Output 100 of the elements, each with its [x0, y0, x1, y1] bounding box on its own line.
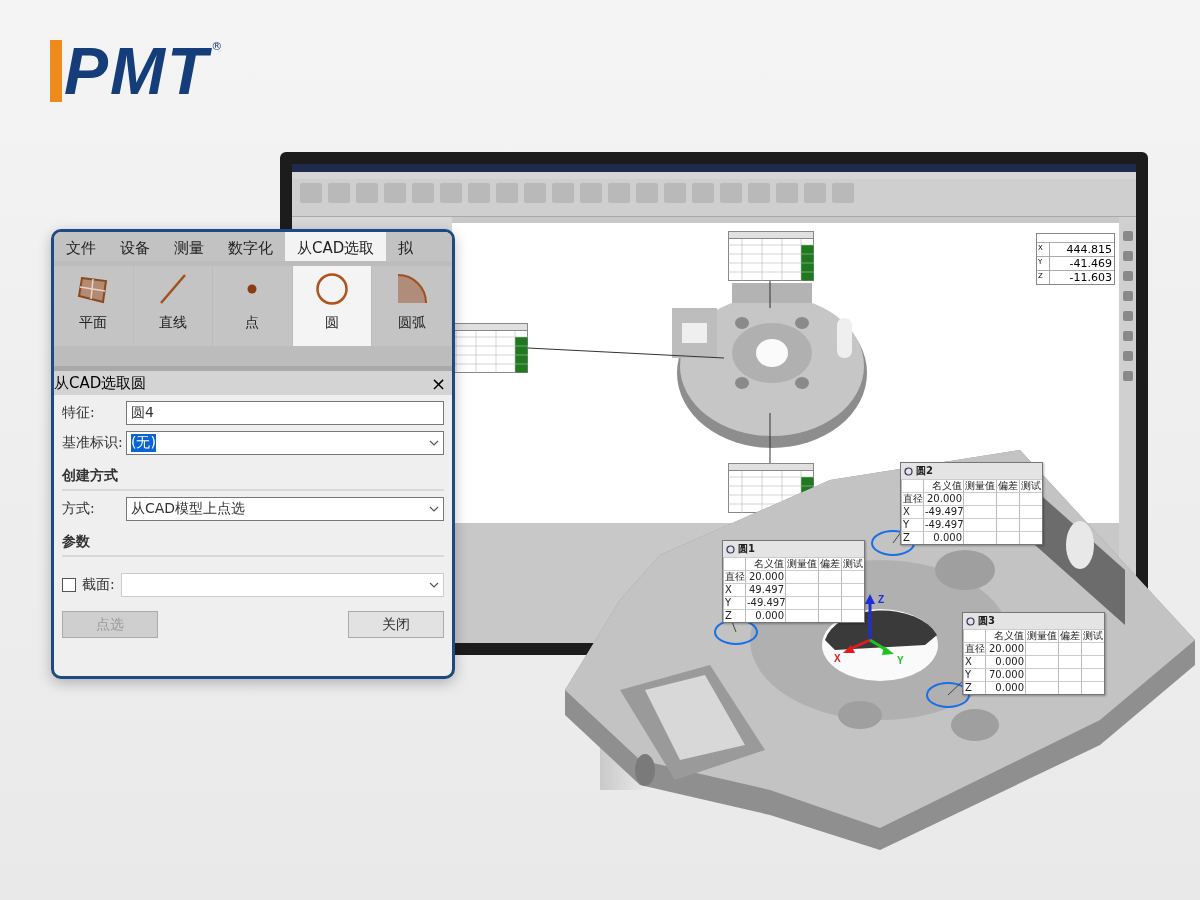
point-icon [247, 284, 258, 294]
column-header: 测试 [1081, 629, 1104, 642]
table-cell [963, 629, 985, 642]
table-cell [1019, 531, 1042, 544]
table-cell [963, 518, 996, 531]
menu-tab[interactable]: 测量 [162, 232, 216, 261]
table-cell [841, 570, 864, 583]
table-cell [996, 518, 1019, 531]
row-label: 直径 [963, 642, 985, 655]
table-cell [963, 492, 996, 505]
table-cell [841, 596, 864, 609]
dropdown-caret-icon [429, 506, 439, 512]
menu-tab[interactable]: 拟 [386, 232, 426, 261]
column-header: 偏差 [1058, 629, 1081, 642]
table-cell [963, 505, 996, 518]
table-cell: 49.497 [745, 583, 785, 596]
table-cell [818, 596, 841, 609]
field-label: 方式: [62, 500, 96, 518]
circle-icon [966, 616, 975, 626]
table-cell [1019, 492, 1042, 505]
circle-icon [726, 544, 735, 554]
column-header: 偏差 [818, 557, 841, 570]
field-label: 特征: [62, 404, 96, 422]
axis-label: Z [878, 594, 885, 605]
menu-tab[interactable]: 数字化 [216, 232, 285, 261]
table-cell [1025, 668, 1058, 681]
column-header: 偏差 [996, 479, 1019, 492]
checkbox[interactable] [62, 578, 76, 592]
row-label: Z [901, 531, 923, 544]
column-header: 测量值 [963, 479, 996, 492]
coordinate-value: -41.469 [1068, 257, 1113, 270]
table-cell [1058, 681, 1081, 694]
table-cell [785, 609, 818, 622]
method-dropdown[interactable]: 从CAD模型上点选 [126, 497, 444, 521]
dialog-button[interactable]: 关闭 [348, 611, 444, 638]
axis-triad-drawing [842, 593, 894, 655]
table-cell [996, 505, 1019, 518]
table-cell [818, 583, 841, 596]
row-label: Z [723, 609, 745, 622]
feature-tool-button[interactable]: 平面 [54, 266, 133, 346]
circle-icon [904, 466, 913, 476]
table-cell [1019, 518, 1042, 531]
row-label: Z [963, 681, 985, 694]
row-label: 直径 [901, 492, 923, 505]
column-header: 测量值 [785, 557, 818, 570]
feature-input-field[interactable]: 圆4 [126, 401, 444, 425]
table-cell [1019, 505, 1042, 518]
menu-tab[interactable]: 从CAD选取 [285, 232, 387, 261]
feature-tool-button[interactable]: 点 [213, 266, 292, 346]
menu-tab[interactable]: 文件 [54, 232, 108, 261]
table-cell [1058, 655, 1081, 668]
row-label: X [723, 583, 745, 596]
table-cell: -49.497 [923, 518, 963, 531]
table-cell [785, 570, 818, 583]
row-label: 直径 [723, 570, 745, 583]
table-cell [723, 557, 745, 570]
column-header: 名义值 [745, 557, 785, 570]
feature-tool-button[interactable]: 直线 [133, 266, 213, 346]
table-cell [1058, 668, 1081, 681]
table-title: 圆1 [738, 542, 755, 556]
row-label: Y [901, 518, 923, 531]
table-cell: -49.497 [923, 505, 963, 518]
table-cell: 20.000 [985, 642, 1025, 655]
section-heading: 参数 [62, 527, 444, 557]
field-label: 基准标识: [62, 434, 120, 452]
table-cell [818, 609, 841, 622]
circle-icon [315, 272, 350, 306]
datum-dropdown[interactable]: (无) [126, 431, 444, 455]
table-title: 圆3 [978, 614, 995, 628]
table-cell: 20.000 [923, 492, 963, 505]
table-cell [963, 531, 996, 544]
table-cell [1025, 642, 1058, 655]
table-title: 圆2 [916, 464, 933, 478]
axis-label: X [834, 653, 841, 664]
table-cell [1058, 642, 1081, 655]
table-cell: 0.000 [923, 531, 963, 544]
table-cell: 20.000 [745, 570, 785, 583]
table-cell: 0.000 [745, 609, 785, 622]
coordinate-value: 444.815 [1065, 243, 1113, 256]
column-header: 测量值 [1025, 629, 1058, 642]
feature-tool-button[interactable]: 圆弧 [372, 266, 451, 346]
close-button[interactable]: × [430, 372, 446, 394]
table-cell [785, 596, 818, 609]
feature-tool-button[interactable]: 圆 [292, 266, 372, 346]
dropdown-caret-icon [429, 582, 439, 588]
table-cell [1081, 668, 1104, 681]
column-header: 名义值 [985, 629, 1025, 642]
table-cell [1081, 642, 1104, 655]
menu-tab[interactable]: 设备 [108, 232, 162, 261]
table-cell [1025, 681, 1058, 694]
table-cell [1081, 655, 1104, 668]
table-cell [841, 583, 864, 596]
registered-mark: ® [211, 40, 223, 53]
logo: PMT [50, 40, 210, 102]
table-cell [1081, 681, 1104, 694]
coordinate-value: -11.603 [1068, 271, 1113, 284]
column-header: 测试 [1019, 479, 1042, 492]
table-cell: -49.497 [745, 596, 785, 609]
panel-title: 从CAD选取圆 [54, 373, 147, 393]
row-label: Y [963, 668, 985, 681]
